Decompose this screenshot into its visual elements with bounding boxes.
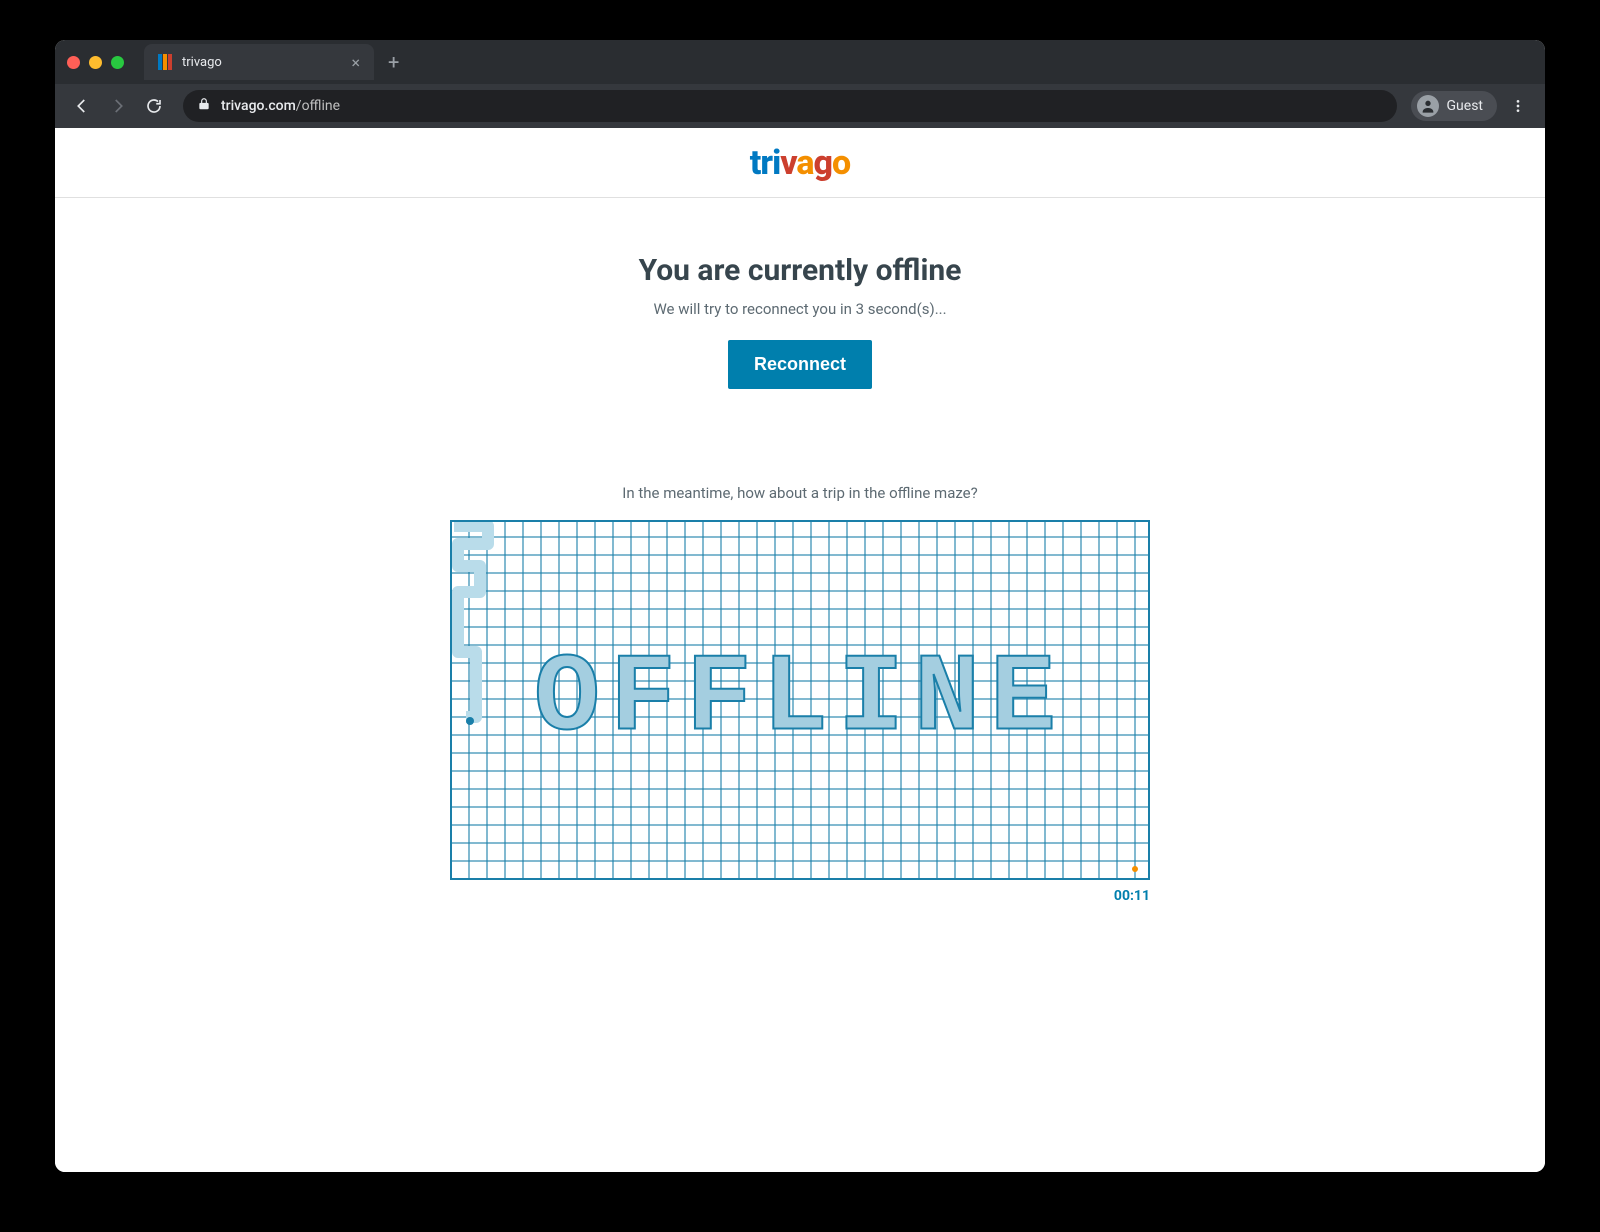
minimize-window-button[interactable] (89, 56, 102, 69)
browser-toolbar: trivago.com/offline Guest (55, 84, 1545, 128)
url-host: trivago.com (221, 98, 296, 114)
favicon-icon (158, 54, 172, 70)
tab-title: trivago (182, 55, 222, 70)
page-title: You are currently offline (639, 253, 962, 288)
profile-label: Guest (1447, 98, 1483, 114)
close-tab-button[interactable]: × (351, 53, 360, 72)
url-path: /offline (296, 98, 340, 114)
window-controls (67, 56, 124, 69)
browser-window: trivago × + trivago.com/offline (55, 40, 1545, 1172)
browser-tab[interactable]: trivago × (144, 44, 374, 80)
maze-timer: 00:11 (450, 888, 1150, 904)
browser-menu-button[interactable] (1503, 91, 1533, 121)
reload-button[interactable] (139, 91, 169, 121)
maximize-window-button[interactable] (111, 56, 124, 69)
profile-button[interactable]: Guest (1411, 91, 1497, 121)
arrow-right-icon (109, 97, 127, 115)
maze-game: OFFLINE 00:11 (450, 520, 1150, 904)
maze-player-dot (466, 717, 474, 725)
maze-prompt: In the meantime, how about a trip in the… (622, 484, 977, 502)
arrow-left-icon (73, 97, 91, 115)
browser-chrome: trivago × + trivago.com/offline (55, 40, 1545, 128)
avatar-icon (1417, 95, 1439, 117)
reconnect-button[interactable]: Reconnect (728, 340, 872, 389)
new-tab-button[interactable]: + (388, 50, 399, 74)
page-content: trivago You are currently offline We wil… (55, 128, 1545, 1172)
maze-trail (452, 522, 1150, 880)
back-button[interactable] (67, 91, 97, 121)
reload-icon (145, 97, 163, 115)
tab-strip: trivago × + (55, 40, 1545, 84)
trivago-logo: trivago (750, 143, 850, 183)
kebab-icon (1510, 98, 1526, 114)
site-header: trivago (55, 128, 1545, 198)
maze-goal-dot (1132, 866, 1138, 872)
forward-button[interactable] (103, 91, 133, 121)
maze-board[interactable]: OFFLINE (450, 520, 1150, 880)
lock-icon (197, 97, 211, 115)
reconnect-countdown: We will try to reconnect you in 3 second… (653, 300, 946, 318)
close-window-button[interactable] (67, 56, 80, 69)
address-bar[interactable]: trivago.com/offline (183, 90, 1397, 122)
url-text: trivago.com/offline (221, 98, 340, 114)
main-content: You are currently offline We will try to… (55, 198, 1545, 904)
